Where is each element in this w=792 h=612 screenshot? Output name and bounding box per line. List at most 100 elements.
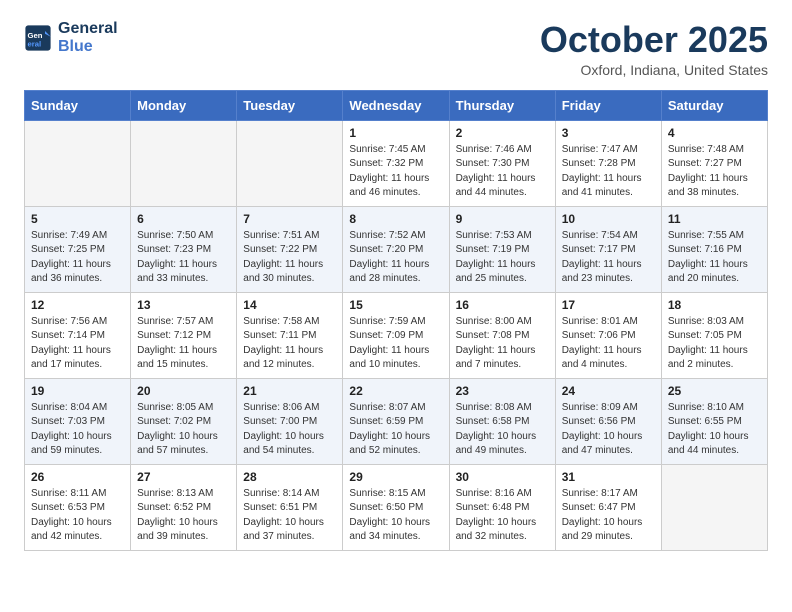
day-number: 25	[668, 384, 761, 398]
day-info: Sunrise: 8:09 AM Sunset: 6:56 PM Dayligh…	[562, 401, 655, 459]
day-number: 7	[243, 212, 336, 226]
day-info: Sunrise: 7:50 AM Sunset: 7:23 PM Dayligh…	[137, 229, 230, 287]
logo-line2: Blue	[58, 38, 118, 56]
day-info: Sunrise: 8:06 AM Sunset: 7:00 PM Dayligh…	[243, 401, 336, 459]
title-area: October 2025 Oxford, Indiana, United Sta…	[540, 20, 768, 78]
calendar-day-cell: 15 Sunrise: 7:59 AM Sunset: 7:09 PM Dayli…	[343, 292, 449, 378]
calendar-day-cell: 6 Sunrise: 7:50 AM Sunset: 7:23 PM Daylig…	[131, 206, 237, 292]
day-number: 18	[668, 298, 761, 312]
day-number: 28	[243, 470, 336, 484]
day-info: Sunrise: 7:58 AM Sunset: 7:11 PM Dayligh…	[243, 315, 336, 373]
calendar-day-cell: 7 Sunrise: 7:51 AM Sunset: 7:22 PM Daylig…	[237, 206, 343, 292]
day-info: Sunrise: 7:53 AM Sunset: 7:19 PM Dayligh…	[456, 229, 549, 287]
calendar-day-cell: 14 Sunrise: 7:58 AM Sunset: 7:11 PM Dayli…	[237, 292, 343, 378]
day-number: 9	[456, 212, 549, 226]
calendar: SundayMondayTuesdayWednesdayThursdayFrid…	[24, 90, 768, 551]
day-number: 8	[349, 212, 442, 226]
day-number: 17	[562, 298, 655, 312]
day-info: Sunrise: 8:01 AM Sunset: 7:06 PM Dayligh…	[562, 315, 655, 373]
calendar-day-cell: 21 Sunrise: 8:06 AM Sunset: 7:00 PM Dayli…	[237, 378, 343, 464]
calendar-week-row: 1 Sunrise: 7:45 AM Sunset: 7:32 PM Daylig…	[25, 120, 768, 206]
calendar-day-cell: 2Sunrise: 7:46 AM Sunset: 7:30 PM Daylig…	[449, 120, 555, 206]
day-number: 13	[137, 298, 230, 312]
day-info: Sunrise: 8:04 AM Sunset: 7:03 PM Dayligh…	[31, 401, 124, 459]
calendar-day-cell: 17 Sunrise: 8:01 AM Sunset: 7:06 PM Dayli…	[555, 292, 661, 378]
calendar-header-row: SundayMondayTuesdayWednesdayThursdayFrid…	[25, 90, 768, 120]
calendar-day-cell	[661, 464, 767, 550]
day-info: Sunrise: 7:52 AM Sunset: 7:20 PM Dayligh…	[349, 229, 442, 287]
calendar-header-day: Thursday	[449, 90, 555, 120]
calendar-header-day: Wednesday	[343, 90, 449, 120]
day-info: Sunrise: 8:16 AM Sunset: 6:48 PM Dayligh…	[456, 487, 549, 545]
day-info: Sunrise: 8:17 AM Sunset: 6:47 PM Dayligh…	[562, 487, 655, 545]
day-info: Sunrise: 8:11 AM Sunset: 6:53 PM Dayligh…	[31, 487, 124, 545]
day-number: 29	[349, 470, 442, 484]
day-number: 16	[456, 298, 549, 312]
day-info: Sunrise: 7:55 AM Sunset: 7:16 PM Dayligh…	[668, 229, 761, 287]
day-number: 26	[31, 470, 124, 484]
day-number: 15	[349, 298, 442, 312]
logo-icon: Gen eral	[24, 24, 52, 52]
day-number: 30	[456, 470, 549, 484]
calendar-header-day: Tuesday	[237, 90, 343, 120]
day-number: 12	[31, 298, 124, 312]
calendar-day-cell: 18 Sunrise: 8:03 AM Sunset: 7:05 PM Dayli…	[661, 292, 767, 378]
calendar-header-day: Friday	[555, 90, 661, 120]
calendar-day-cell: 3Sunrise: 7:47 AM Sunset: 7:28 PM Daylig…	[555, 120, 661, 206]
day-number: 11	[668, 212, 761, 226]
day-number: 31	[562, 470, 655, 484]
day-info: Sunrise: 7:45 AM Sunset: 7:32 PM Dayligh…	[349, 143, 442, 201]
day-info: Sunrise: 8:07 AM Sunset: 6:59 PM Dayligh…	[349, 401, 442, 459]
day-info: Sunrise: 7:57 AM Sunset: 7:12 PM Dayligh…	[137, 315, 230, 373]
logo-line1: General	[58, 20, 118, 38]
calendar-week-row: 19 Sunrise: 8:04 AM Sunset: 7:03 PM Dayli…	[25, 378, 768, 464]
day-number: 21	[243, 384, 336, 398]
calendar-day-cell: 10 Sunrise: 7:54 AM Sunset: 7:17 PM Dayli…	[555, 206, 661, 292]
day-info: Sunrise: 7:59 AM Sunset: 7:09 PM Dayligh…	[349, 315, 442, 373]
day-number: 19	[31, 384, 124, 398]
location: Oxford, Indiana, United States	[540, 62, 768, 78]
day-number: 23	[456, 384, 549, 398]
day-number: 20	[137, 384, 230, 398]
calendar-day-cell: 27 Sunrise: 8:13 AM Sunset: 6:52 PM Dayli…	[131, 464, 237, 550]
calendar-day-cell: 8 Sunrise: 7:52 AM Sunset: 7:20 PM Daylig…	[343, 206, 449, 292]
day-number: 14	[243, 298, 336, 312]
day-info: Sunrise: 7:48 AM Sunset: 7:27 PM Dayligh…	[668, 143, 761, 201]
calendar-header-day: Saturday	[661, 90, 767, 120]
day-number: 1	[349, 126, 442, 140]
calendar-day-cell: 9 Sunrise: 7:53 AM Sunset: 7:19 PM Daylig…	[449, 206, 555, 292]
day-number: 24	[562, 384, 655, 398]
calendar-day-cell: 29 Sunrise: 8:15 AM Sunset: 6:50 PM Dayli…	[343, 464, 449, 550]
svg-text:eral: eral	[28, 40, 42, 49]
logo: Gen eral General Blue	[24, 20, 118, 57]
day-info: Sunrise: 8:03 AM Sunset: 7:05 PM Dayligh…	[668, 315, 761, 373]
calendar-day-cell: 22 Sunrise: 8:07 AM Sunset: 6:59 PM Dayli…	[343, 378, 449, 464]
day-info: Sunrise: 7:54 AM Sunset: 7:17 PM Dayligh…	[562, 229, 655, 287]
calendar-day-cell: 30 Sunrise: 8:16 AM Sunset: 6:48 PM Dayli…	[449, 464, 555, 550]
day-number: 4	[668, 126, 761, 140]
calendar-day-cell: 19 Sunrise: 8:04 AM Sunset: 7:03 PM Dayli…	[25, 378, 131, 464]
calendar-day-cell: 25 Sunrise: 8:10 AM Sunset: 6:55 PM Dayli…	[661, 378, 767, 464]
day-number: 22	[349, 384, 442, 398]
day-info: Sunrise: 8:14 AM Sunset: 6:51 PM Dayligh…	[243, 487, 336, 545]
day-info: Sunrise: 8:13 AM Sunset: 6:52 PM Dayligh…	[137, 487, 230, 545]
day-info: Sunrise: 8:15 AM Sunset: 6:50 PM Dayligh…	[349, 487, 442, 545]
day-number: 10	[562, 212, 655, 226]
day-info: Sunrise: 8:00 AM Sunset: 7:08 PM Dayligh…	[456, 315, 549, 373]
day-info: Sunrise: 7:51 AM Sunset: 7:22 PM Dayligh…	[243, 229, 336, 287]
day-info: Sunrise: 8:10 AM Sunset: 6:55 PM Dayligh…	[668, 401, 761, 459]
header: Gen eral General Blue October 2025 Oxfor…	[24, 20, 768, 78]
day-info: Sunrise: 8:08 AM Sunset: 6:58 PM Dayligh…	[456, 401, 549, 459]
calendar-day-cell: 20Sunrise: 8:05 AM Sunset: 7:02 PM Dayli…	[131, 378, 237, 464]
day-number: 6	[137, 212, 230, 226]
calendar-day-cell: 26 Sunrise: 8:11 AM Sunset: 6:53 PM Dayli…	[25, 464, 131, 550]
calendar-day-cell: 13 Sunrise: 7:57 AM Sunset: 7:12 PM Dayli…	[131, 292, 237, 378]
calendar-day-cell	[237, 120, 343, 206]
day-number: 5	[31, 212, 124, 226]
calendar-header-day: Monday	[131, 90, 237, 120]
month-title: October 2025	[540, 20, 768, 60]
day-number: 27	[137, 470, 230, 484]
calendar-day-cell: 31 Sunrise: 8:17 AM Sunset: 6:47 PM Dayli…	[555, 464, 661, 550]
calendar-day-cell: 24 Sunrise: 8:09 AM Sunset: 6:56 PM Dayli…	[555, 378, 661, 464]
calendar-header-day: Sunday	[25, 90, 131, 120]
